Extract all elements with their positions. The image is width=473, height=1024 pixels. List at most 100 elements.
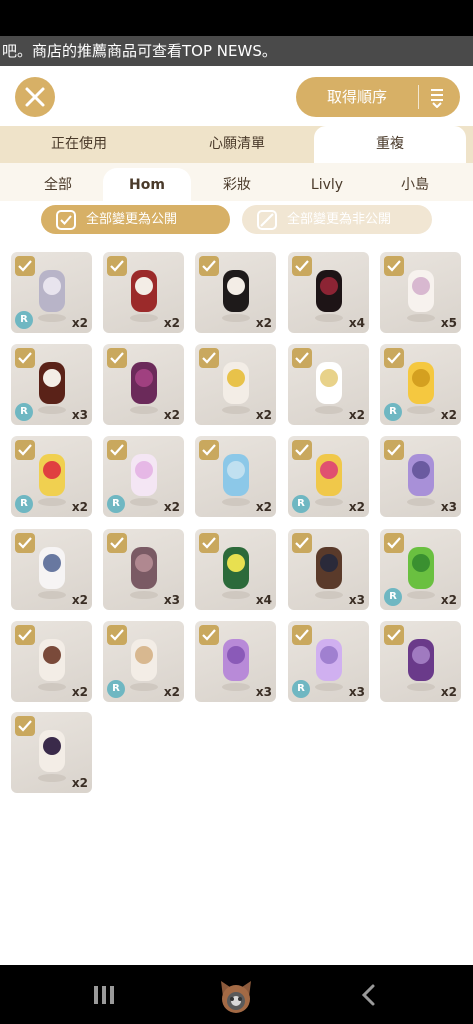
rare-badge: R [384,588,402,606]
check-icon[interactable] [199,625,219,645]
item-quantity: x2 [255,408,272,422]
check-icon[interactable] [15,716,35,736]
item-quantity: x2 [163,408,180,422]
home-cat-icon[interactable] [216,975,256,1015]
check-icon[interactable] [292,533,312,553]
check-icon[interactable] [292,256,312,276]
system-nav-bar [0,965,473,1024]
item-tile-purple-skirt[interactable]: x2 [103,344,184,425]
make-all-private-button[interactable]: 全部變更為非公開 [242,205,432,234]
tab-hom[interactable]: Hom [103,168,191,201]
check-icon[interactable] [384,625,404,645]
check-icon[interactable] [15,625,35,645]
check-icon[interactable] [384,348,404,368]
item-quantity: x4 [348,316,365,330]
item-quantity: x2 [163,316,180,330]
item-tile-green-frog-plush[interactable]: Rx2 [380,529,461,610]
check-icon[interactable] [384,440,404,460]
item-tile-scroll-prop[interactable]: x3 [103,529,184,610]
item-tile-hair-bun[interactable]: Rx2 [103,621,184,702]
item-quantity: x2 [163,685,180,699]
make-all-private-label: 全部變更為非公開 [287,212,392,227]
item-quantity: x3 [71,408,88,422]
item-tile-cat-mask[interactable]: x2 [11,529,92,610]
tab-all[interactable]: 全部 [16,168,100,201]
header: 取得順序 [0,66,473,126]
item-tile-blue-ribbon-top[interactable]: x2 [195,436,276,517]
close-icon [25,87,45,107]
item-quantity: x2 [440,593,457,607]
filter-row: 全部變更為公開 全部變更為非公開 [0,201,473,243]
item-tile-flower-hairpin[interactable]: x5 [380,252,461,333]
check-icon[interactable] [107,348,127,368]
check-icon[interactable] [107,256,127,276]
secondary-tabs: 全部 Hom 彩妝 Livly 小島 [0,163,473,201]
rare-badge: R [292,680,310,698]
item-quantity: x2 [71,500,88,514]
item-tile-pink-tutu-dress[interactable]: Rx2 [103,436,184,517]
check-icon[interactable] [199,533,219,553]
item-tile-red-vest-outfit[interactable]: x2 [103,252,184,333]
item-quantity: x5 [440,316,457,330]
rare-badge: R [292,495,310,513]
item-quantity: x4 [255,593,272,607]
item-tile-purple-kimono-top[interactable]: x3 [195,621,276,702]
item-quantity: x3 [163,593,180,607]
item-tile-brown-coat-outfit[interactable]: x3 [288,529,369,610]
back-icon[interactable] [360,983,376,1007]
item-tile-devil-horns[interactable]: Rx3 [11,344,92,425]
check-icon[interactable] [15,348,35,368]
check-icon[interactable] [107,625,127,645]
item-quantity: x2 [440,408,457,422]
item-tile-purple-robe[interactable]: x2 [380,621,461,702]
item-tile-black-fedora-hat[interactable]: x4 [288,252,369,333]
check-icon[interactable] [292,440,312,460]
item-quantity: x2 [71,776,88,790]
item-tile-silver-wavy-hair[interactable]: Rx2 [11,252,92,333]
item-quantity: x2 [348,408,365,422]
item-tile-flower-wand[interactable]: Rx2 [288,436,369,517]
sort-icon[interactable] [429,86,445,108]
check-icon[interactable] [384,256,404,276]
check-icon[interactable] [384,533,404,553]
slash-box-icon [257,210,277,230]
tab-livly[interactable]: Livly [284,168,370,201]
check-icon[interactable] [199,440,219,460]
item-tile-purple-shoes-socks[interactable]: x2 [11,712,92,793]
item-tile-yellow-outfit[interactable]: Rx2 [11,436,92,517]
tab-in-use[interactable]: 正在使用 [0,126,158,163]
item-quantity: x2 [71,685,88,699]
tab-island[interactable]: 小島 [372,168,458,201]
close-button[interactable] [15,77,55,117]
check-icon[interactable] [199,348,219,368]
item-quantity: x2 [440,685,457,699]
check-icon[interactable] [15,440,35,460]
check-icon[interactable] [15,256,35,276]
tab-duplicates[interactable]: 重複 [314,126,466,163]
tab-wishlist[interactable]: 心願清單 [158,126,316,163]
check-icon[interactable] [15,533,35,553]
check-icon[interactable] [107,440,127,460]
item-quantity: x3 [348,685,365,699]
sort-button[interactable]: 取得順序 [296,77,460,117]
check-icon[interactable] [199,256,219,276]
recent-apps-icon[interactable] [93,984,115,1006]
item-tile-crystal-staff[interactable]: x3 [380,436,461,517]
check-icon[interactable] [292,348,312,368]
check-icon[interactable] [107,533,127,553]
item-tile-yellow-dress[interactable]: Rx2 [380,344,461,425]
item-tile-black-beret-hair[interactable]: x2 [195,252,276,333]
news-ticker: 吧。商店的推薦商品可查看TOP NEWS。 [0,36,473,66]
sort-divider [418,85,419,109]
check-icon[interactable] [292,625,312,645]
checkbox-icon [56,210,76,230]
item-tile-white-flower-cape[interactable]: x2 [288,344,369,425]
primary-tabs: 正在使用 心願清單 重複 [0,126,473,163]
item-tile-lavender-dress[interactable]: Rx3 [288,621,369,702]
make-all-public-button[interactable]: 全部變更為公開 [41,205,230,234]
item-tile-flower-socks[interactable]: x2 [195,344,276,425]
status-bar [0,0,473,36]
tab-makeup[interactable]: 彩妝 [194,168,280,201]
item-tile-brown-boots[interactable]: x2 [11,621,92,702]
item-tile-green-leaf[interactable]: x4 [195,529,276,610]
